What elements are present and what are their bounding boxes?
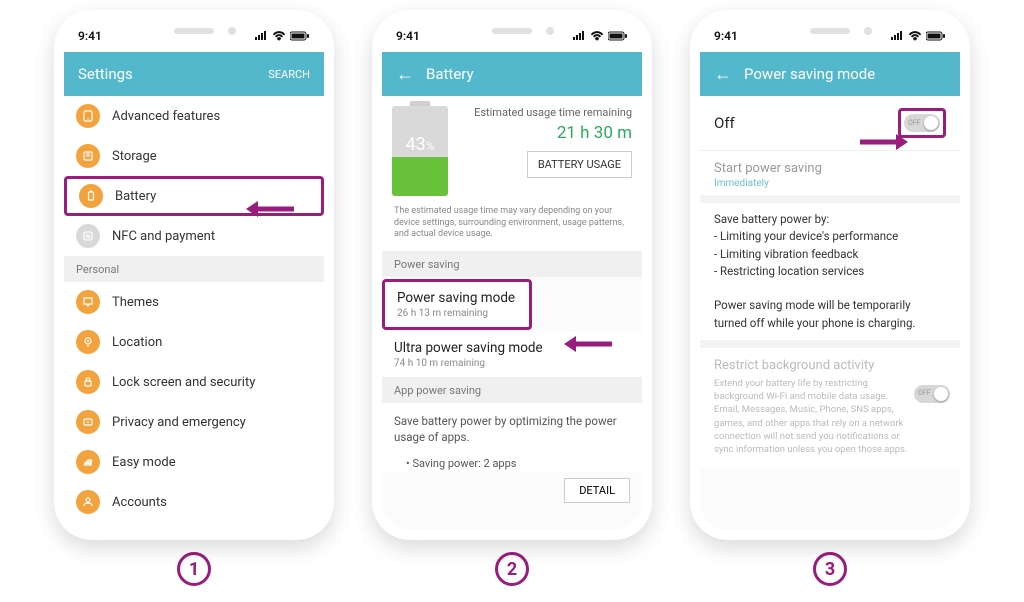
list-label: Easy mode <box>112 455 176 470</box>
off-label: Off <box>714 114 898 132</box>
list-label: Advanced features <box>112 109 220 124</box>
percent-suffix: % <box>426 139 435 153</box>
status-icons <box>254 31 310 41</box>
back-button[interactable]: ← <box>396 64 414 85</box>
search-action[interactable]: SEARCH <box>268 68 310 81</box>
power-saving-toggle-row: Off OFF <box>700 96 960 150</box>
app-ps-bullet: • Saving power: 2 apps <box>382 455 642 472</box>
settings-item-google[interactable]: G Google <box>64 522 324 530</box>
list-label: Location <box>112 335 162 350</box>
estimated-label: Estimated usage time remaining <box>458 106 632 119</box>
battery-usage-button[interactable]: BATTERY USAGE <box>527 151 632 178</box>
step-badge-1: 1 <box>177 552 211 586</box>
step-badge-3: 3 <box>813 552 847 586</box>
battery-graphic: 43% <box>392 106 448 196</box>
start-power-saving-sub: Immediately <box>700 178 960 195</box>
settings-item-privacy[interactable]: Privacy and emergency <box>64 402 324 442</box>
annotation-arrow-3 <box>858 131 910 153</box>
section-personal: Personal <box>64 256 324 282</box>
settings-item-themes[interactable]: Themes <box>64 282 324 322</box>
annotation-arrow-1 <box>244 198 296 220</box>
battery-percent: 43 <box>405 134 425 155</box>
list-label: Storage <box>112 149 157 164</box>
battery-icon <box>79 184 103 208</box>
header-bar: Settings SEARCH <box>64 52 324 96</box>
status-time: 9:41 <box>396 29 420 43</box>
app-ps-text: Save battery power by optimizing the pow… <box>382 403 642 455</box>
settings-item-location[interactable]: Location <box>64 322 324 362</box>
ps-title: Power saving mode <box>397 290 515 306</box>
phone-notch <box>134 20 254 42</box>
accounts-icon <box>76 490 100 514</box>
settings-item-storage[interactable]: Storage <box>64 136 324 176</box>
phone-mockup-2: 9:41 ← Battery 43% Estimated usage time … <box>372 10 652 540</box>
battery-disclaimer: The estimated usage time may vary depend… <box>382 206 642 251</box>
estimated-time: 21 h 30 m <box>458 123 632 143</box>
list-label: Accounts <box>112 495 167 510</box>
svg-text:N: N <box>86 234 90 241</box>
phone-notch <box>452 20 572 42</box>
settings-item-nfc[interactable]: N NFC and payment <box>64 216 324 256</box>
status-time: 9:41 <box>78 29 102 43</box>
start-power-saving-label[interactable]: Start power saving <box>700 151 960 178</box>
list-label: Lock screen and security <box>112 375 255 390</box>
location-icon <box>76 330 100 354</box>
settings-item-easy[interactable]: Easy mode <box>64 442 324 482</box>
header-bar: ← Battery <box>382 52 642 96</box>
settings-item-accounts[interactable]: Accounts <box>64 482 324 522</box>
ultra-sub: 74 h 10 m remaining <box>394 358 630 369</box>
header-bar: ← Power saving mode <box>700 52 960 96</box>
header-title: Power saving mode <box>744 65 946 83</box>
nfc-icon: N <box>76 224 100 248</box>
privacy-icon <box>76 410 100 434</box>
list-label: NFC and payment <box>112 229 215 244</box>
list-label: Themes <box>112 295 159 310</box>
phone-mockup-3: 9:41 ← Power saving mode Off OFF Start p… <box>690 10 970 540</box>
settings-item-advanced[interactable]: Advanced features <box>64 96 324 136</box>
list-label: Battery <box>115 189 156 204</box>
annotation-arrow-2 <box>562 333 614 355</box>
power-saving-description: Save battery power by: - Limiting your d… <box>700 203 960 340</box>
restrict-bg-toggle[interactable]: OFF <box>914 385 950 403</box>
phone-mockup-1: 9:41 Settings SEARCH Advanced features S… <box>54 10 334 540</box>
settings-item-lock[interactable]: Lock screen and security <box>64 362 324 402</box>
themes-icon <box>76 290 100 314</box>
restrict-bg-sub: Extend your battery life by restricting … <box>700 377 960 467</box>
status-icons <box>890 31 946 41</box>
detail-button[interactable]: DETAIL <box>564 478 630 503</box>
step-badge-2: 2 <box>495 552 529 586</box>
power-saving-toggle[interactable]: OFF <box>904 114 940 132</box>
status-icons <box>572 31 628 41</box>
ps-sub: 26 h 13 m remaining <box>397 308 515 319</box>
battery-summary: 43% Estimated usage time remaining 21 h … <box>382 96 642 206</box>
header-title: Battery <box>426 65 628 83</box>
advanced-icon <box>76 104 100 128</box>
back-button[interactable]: ← <box>714 64 732 85</box>
header-title: Settings <box>78 65 268 83</box>
section-app-power-saving: App power saving <box>382 377 642 403</box>
storage-icon <box>76 144 100 168</box>
power-saving-mode-item[interactable]: Power saving mode 26 h 13 m remaining <box>382 279 532 330</box>
phone-notch <box>770 20 890 42</box>
status-time: 9:41 <box>714 29 738 43</box>
lock-icon <box>76 370 100 394</box>
list-label: Privacy and emergency <box>112 415 246 430</box>
restrict-bg-title: Restrict background activity <box>700 348 960 377</box>
section-power-saving: Power saving <box>382 251 642 277</box>
easy-icon <box>76 450 100 474</box>
